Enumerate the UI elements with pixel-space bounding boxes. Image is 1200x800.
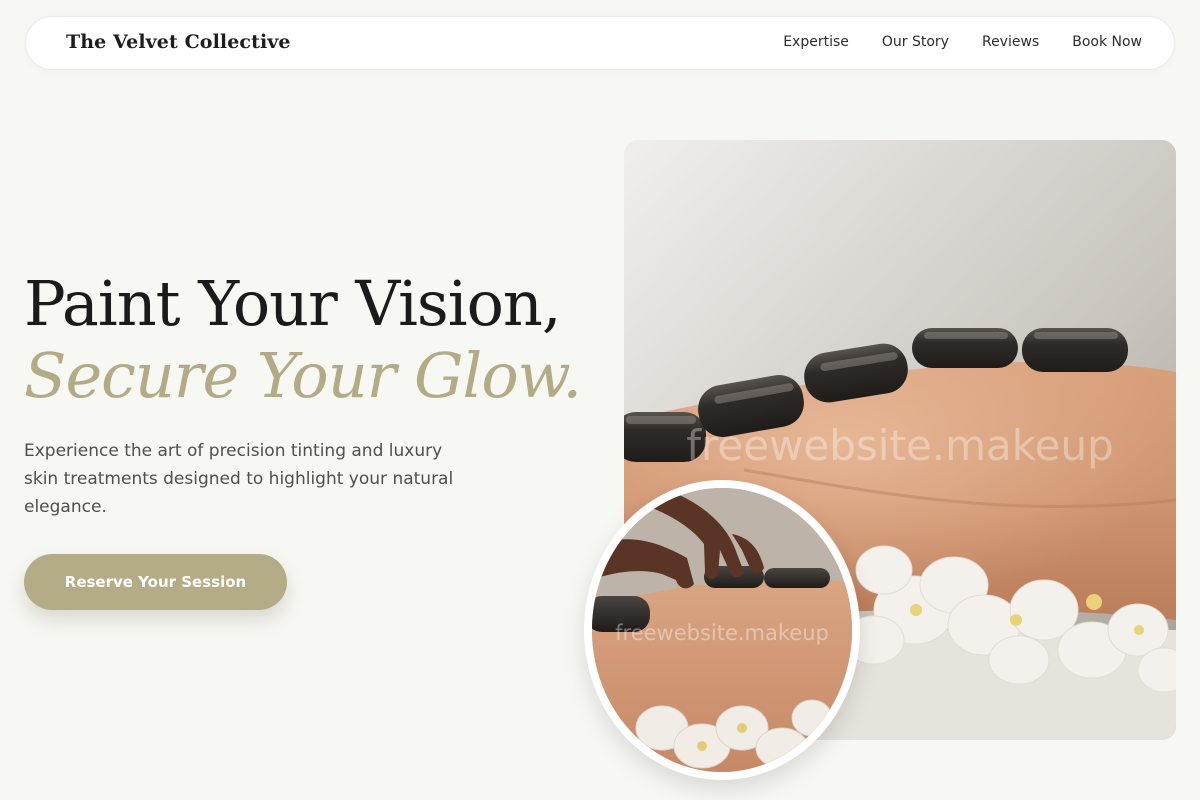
nav-link-our-story[interactable]: Our Story <box>882 34 949 50</box>
hero-title-line-2: Secure Your Glow. <box>24 339 582 412</box>
hero-title-line-1: Paint Your Vision, <box>24 267 562 340</box>
image-watermark: freewebsite.makeup <box>686 421 1113 470</box>
top-navbar: The Velvet Collective Expertise Our Stor… <box>25 16 1175 70</box>
nav-link-book-now[interactable]: Book Now <box>1072 34 1142 50</box>
hero-circle-image: freewebsite.makeup <box>584 480 860 780</box>
nav-link-reviews[interactable]: Reviews <box>982 34 1039 50</box>
nav-links: Expertise Our Story Reviews Book Now <box>783 34 1142 50</box>
massage-hands-illustration: freewebsite.makeup <box>592 488 852 772</box>
brand-logo[interactable]: The Velvet Collective <box>66 31 291 53</box>
reserve-session-button[interactable]: Reserve Your Session <box>24 554 287 610</box>
nav-link-expertise[interactable]: Expertise <box>783 34 849 50</box>
hero-description: Experience the art of precision tinting … <box>24 441 454 517</box>
hero-title: Paint Your Vision, Secure Your Glow. <box>24 267 582 412</box>
image-watermark: freewebsite.makeup <box>615 621 829 645</box>
